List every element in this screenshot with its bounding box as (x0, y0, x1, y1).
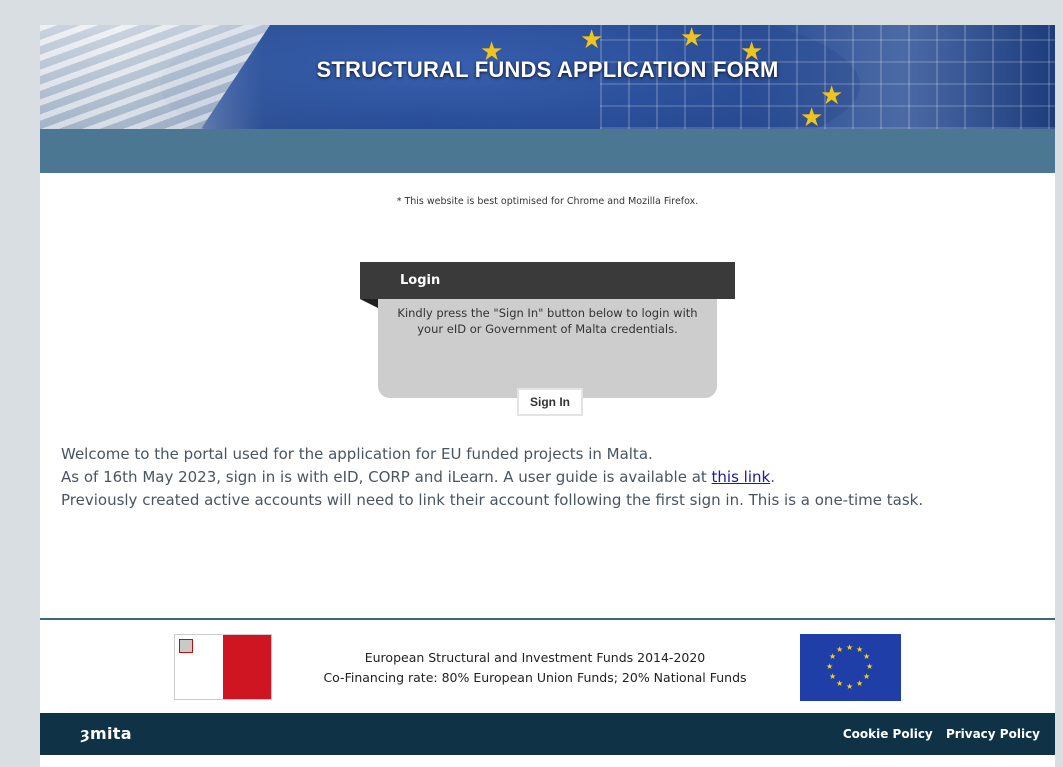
star-icon: ★ (820, 81, 844, 111)
mita-logo-text: mita (90, 724, 132, 743)
user-guide-link[interactable]: this link (712, 468, 771, 486)
login-header: Login (360, 262, 735, 299)
malta-flag-icon (174, 634, 272, 700)
welcome-line-1: Welcome to the portal used for the appli… (61, 445, 653, 463)
mita-logo-mark-icon: ȝ (80, 724, 91, 743)
header-banner: ★ ★ ★ ★ ★ ★ STRUCTURAL FUNDS APPLICATION… (40, 25, 1055, 129)
browser-notice: * This website is best optimised for Chr… (396, 196, 699, 207)
welcome-line-3: Previously created active accounts will … (61, 491, 924, 509)
star-icon: ★ (680, 25, 704, 53)
welcome-text: Welcome to the portal used for the appli… (61, 443, 1046, 512)
login-header-fold (360, 299, 378, 308)
welcome-line-2: As of 16th May 2023, sign in is with eID… (61, 466, 1046, 489)
login-title: Login (400, 273, 441, 288)
login-panel: Kindly press the "Sign In" button below … (378, 299, 717, 416)
page-title: STRUCTURAL FUNDS APPLICATION FORM (316, 57, 779, 82)
mita-logo: ȝmita (80, 724, 132, 743)
funding-line-2: Co-Financing rate: 80% European Union Fu… (323, 670, 747, 685)
star-icon: ★ (580, 25, 604, 55)
george-cross-icon (179, 639, 193, 653)
page: ★ ★ ★ ★ ★ ★ STRUCTURAL FUNDS APPLICATION… (40, 25, 1055, 767)
star-icon: ★ (800, 103, 824, 129)
sign-in-button[interactable]: Sign In (517, 388, 583, 416)
login-message: Kindly press the "Sign In" button below … (397, 306, 698, 336)
welcome-line-2-text: As of 16th May 2023, sign in is with eID… (61, 468, 712, 486)
footer-links: Cookie Policy Privacy Policy (834, 727, 1040, 741)
eu-flag-icon: ★ ★ ★ ★ ★ ★ ★ ★ ★ ★ ★ ★ (800, 634, 901, 701)
funding-text: European Structural and Investment Funds… (280, 648, 790, 688)
funding-strip: European Structural and Investment Funds… (40, 618, 1055, 715)
funding-line-1: European Structural and Investment Funds… (364, 650, 706, 665)
bottom-strip (40, 755, 1055, 767)
welcome-line-2-suffix: . (770, 468, 775, 486)
privacy-policy-link[interactable]: Privacy Policy (946, 727, 1040, 741)
cookie-policy-link[interactable]: Cookie Policy (843, 727, 933, 741)
nav-bar (40, 129, 1055, 173)
footer: ȝmita Cookie Policy Privacy Policy (40, 713, 1055, 755)
